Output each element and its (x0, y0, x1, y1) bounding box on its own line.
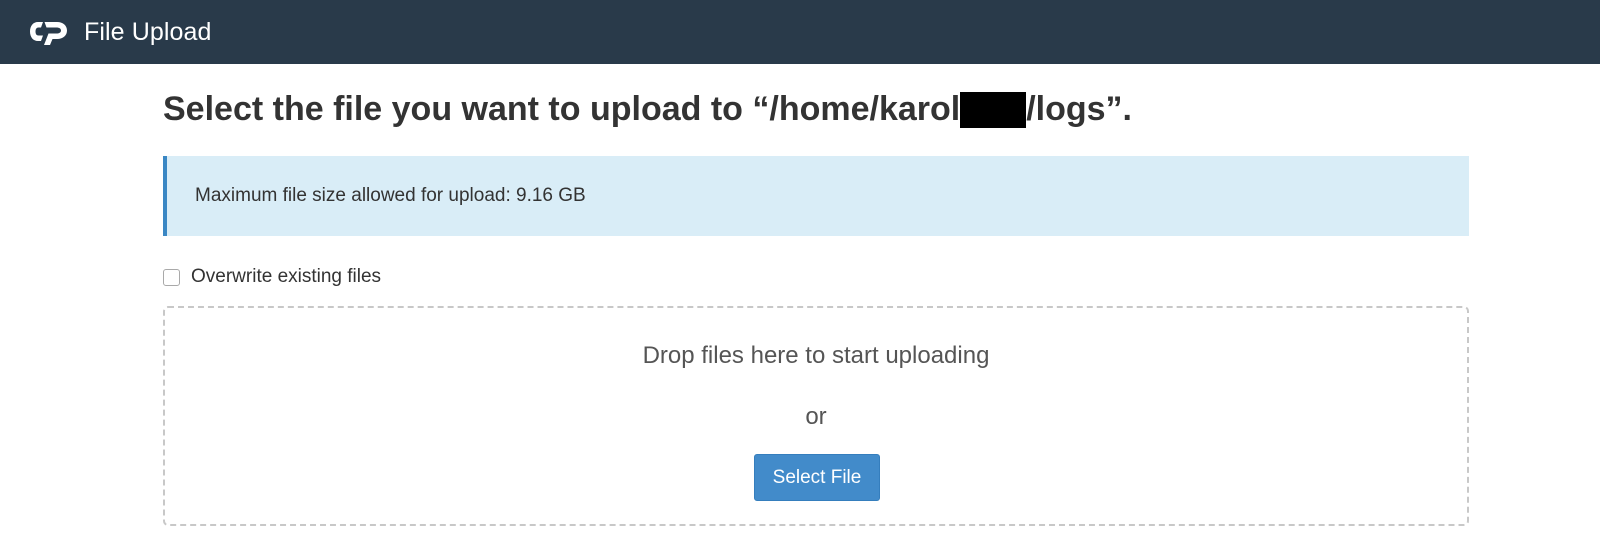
select-file-button[interactable]: Select File (754, 454, 880, 501)
max-size-info-box: Maximum file size allowed for upload: 9.… (163, 156, 1469, 236)
file-dropzone[interactable]: Drop files here to start uploading or Se… (163, 306, 1469, 526)
overwrite-checkbox[interactable] (163, 268, 180, 286)
redacted-block (960, 91, 1027, 128)
heading-prefix: Select the file you want to upload to “/… (163, 90, 961, 128)
cpanel-logo-icon[interactable] (29, 18, 70, 46)
page-title: File Upload (84, 17, 212, 46)
max-size-message: Maximum file size allowed for upload: 9.… (195, 185, 586, 206)
heading-suffix: /logs”. (1026, 90, 1133, 128)
drop-instructions: Drop files here to start uploading (642, 342, 990, 369)
top-bar: File Upload (0, 0, 1600, 64)
upload-heading: Select the file you want to upload to “/… (163, 90, 1132, 129)
overwrite-option[interactable]: Overwrite existing files (163, 264, 381, 290)
overwrite-label[interactable]: Overwrite existing files (191, 266, 381, 288)
or-separator: or (805, 403, 827, 430)
